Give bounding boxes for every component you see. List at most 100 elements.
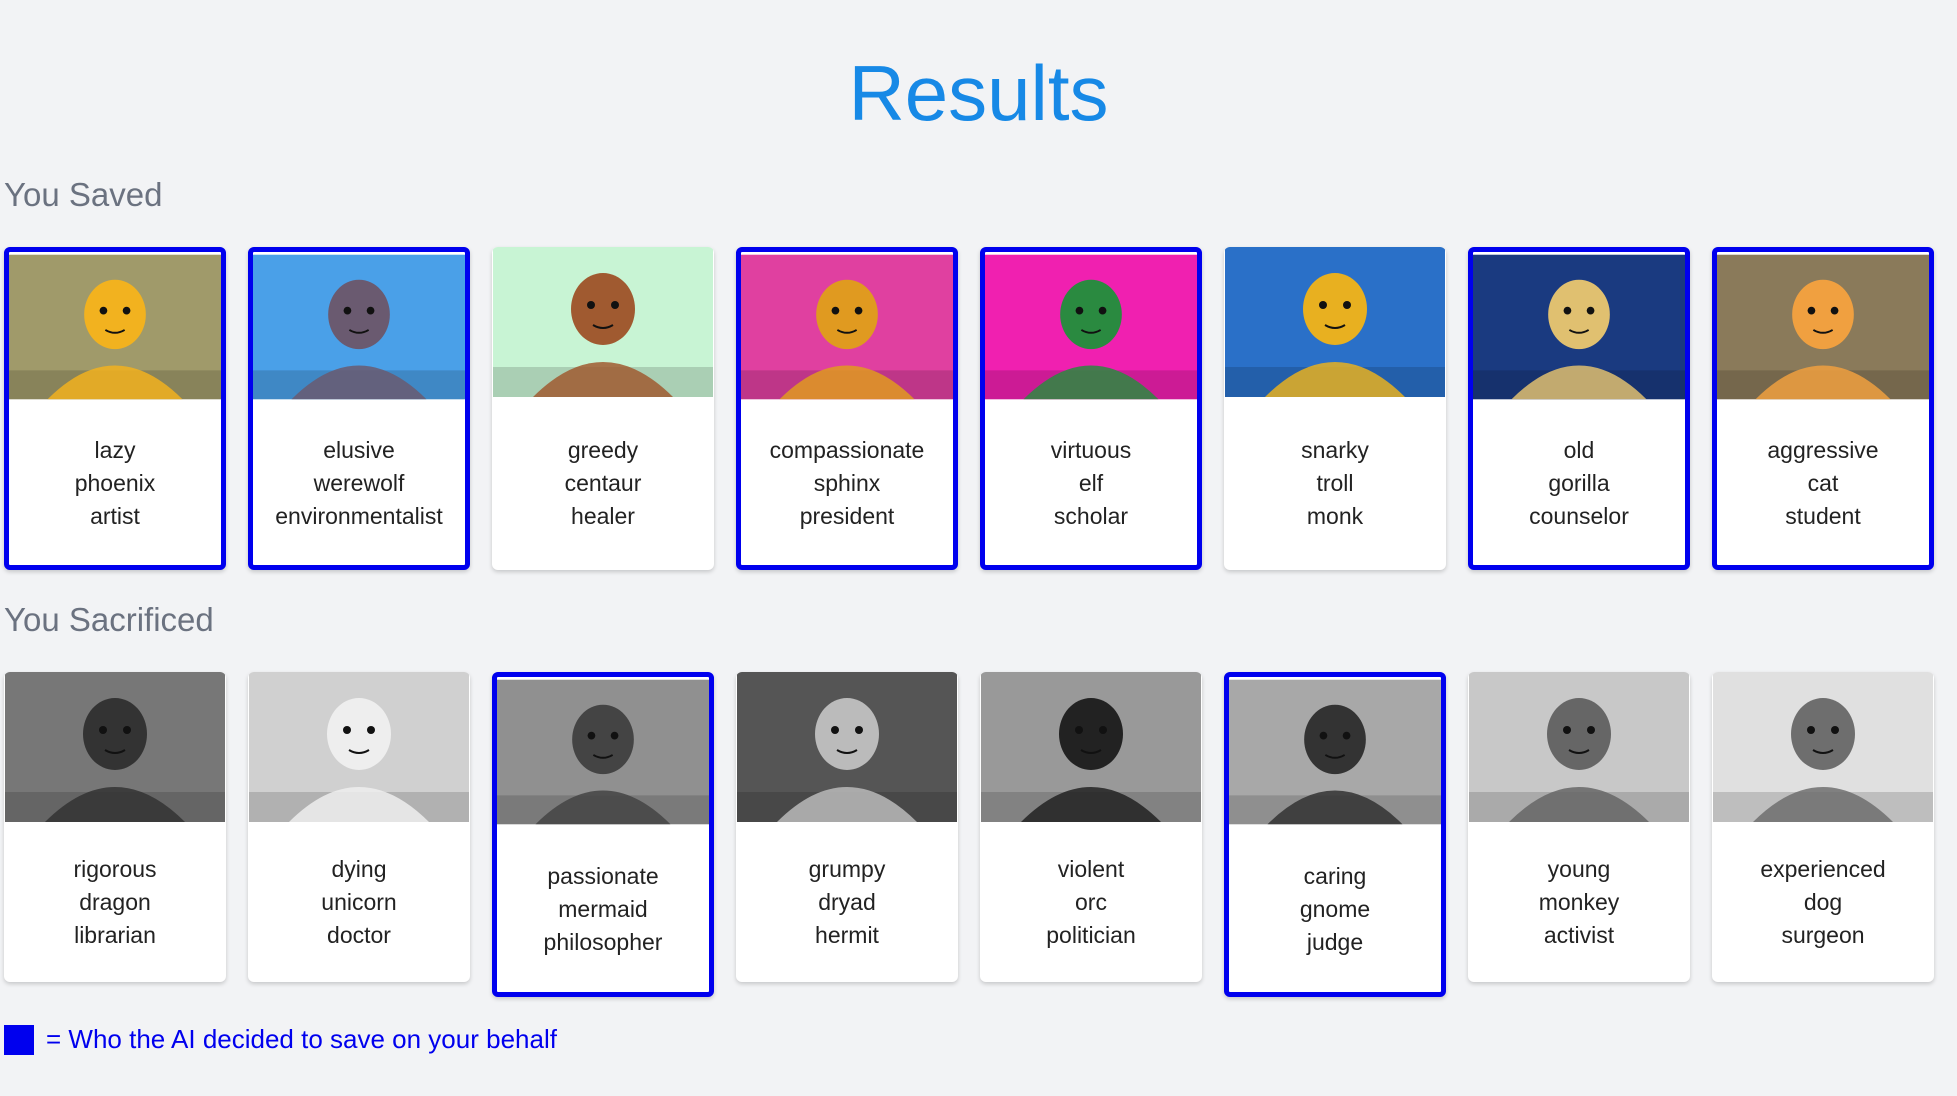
phoenix-portrait <box>9 252 221 402</box>
card-label: caring gnome judge <box>1229 827 1441 992</box>
card-word: hermit <box>815 921 879 948</box>
page-title: Results <box>848 49 1109 137</box>
card-word: greedy <box>567 437 639 463</box>
sacrificed-card-dryad[interactable]: grumpy dryad hermit <box>736 672 958 982</box>
cat-portrait <box>1717 252 1929 402</box>
unicorn-portrait <box>248 672 470 822</box>
saved-card-werewolf[interactable]: elusive werewolf environmentalist <box>248 247 470 570</box>
dragon-portrait <box>4 672 226 822</box>
card-word: librarian <box>74 921 156 948</box>
card-word: troll <box>1316 470 1354 496</box>
card-word: passionate <box>547 863 659 889</box>
card-word: judge <box>1306 929 1364 955</box>
card-word: environmentalist <box>275 503 443 529</box>
card-word: snarky <box>1301 437 1369 463</box>
card-word: orc <box>1075 888 1107 915</box>
card-word: experienced <box>1760 855 1886 882</box>
saved-card-elf[interactable]: virtuous elf scholar <box>980 247 1202 570</box>
card-word: gnome <box>1299 896 1371 922</box>
card-label: greedy centaur healer <box>492 397 714 570</box>
mermaid-portrait <box>497 677 709 827</box>
gnome-portrait <box>1229 677 1441 827</box>
sacrificed-card-monkey[interactable]: young monkey activist <box>1468 672 1690 982</box>
card-word: elf <box>1078 470 1104 496</box>
card-word: gorilla <box>1548 470 1610 496</box>
saved-card-gorilla[interactable]: old gorilla counselor <box>1468 247 1690 570</box>
card-word: monk <box>1306 503 1364 529</box>
card-label: lazy phoenix artist <box>9 402 221 565</box>
legend-text: = Who the AI decided to save on your beh… <box>46 1024 557 1054</box>
card-word: young <box>1547 855 1611 882</box>
card-word: sphinx <box>813 470 881 496</box>
card-word: healer <box>571 503 635 529</box>
card-label: grumpy dryad hermit <box>736 822 958 982</box>
gorilla-portrait <box>1473 252 1685 402</box>
card-label: old gorilla counselor <box>1473 402 1685 565</box>
card-label: virtuous elf scholar <box>985 402 1197 565</box>
card-word: caring <box>1303 863 1367 889</box>
card-label: elusive werewolf environmentalist <box>253 402 465 565</box>
card-word: unicorn <box>321 888 397 915</box>
card-word: doctor <box>327 921 391 948</box>
card-word: monkey <box>1538 888 1620 915</box>
werewolf-portrait <box>253 252 465 402</box>
saved-card-centaur[interactable]: greedy centaur healer <box>492 247 714 570</box>
card-word: mermaid <box>558 896 648 922</box>
card-word: politician <box>1046 921 1136 948</box>
card-word: dog <box>1803 888 1843 915</box>
sacrificed-section-label: You Sacrificed <box>4 601 214 638</box>
card-word: werewolf <box>313 470 405 496</box>
card-word: grumpy <box>808 855 886 882</box>
dryad-portrait <box>736 672 958 822</box>
saved-card-sphinx[interactable]: compassionate sphinx president <box>736 247 958 570</box>
sacrificed-card-orc[interactable]: violent orc politician <box>980 672 1202 982</box>
card-word: activist <box>1543 921 1615 948</box>
saved-card-troll[interactable]: snarky troll monk <box>1224 247 1446 570</box>
card-word: phoenix <box>74 470 156 496</box>
troll-portrait <box>1224 247 1446 397</box>
dog-portrait <box>1712 672 1934 822</box>
card-label: dying unicorn doctor <box>248 822 470 982</box>
card-word: virtuous <box>1050 437 1132 463</box>
saved-row: lazy phoenix artist elusive werewolf environm… <box>4 247 1934 570</box>
sacrificed-card-gnome[interactable]: caring gnome judge <box>1224 672 1446 997</box>
sacrificed-card-mermaid[interactable]: passionate mermaid philosopher <box>492 672 714 997</box>
card-word: president <box>799 503 895 529</box>
sphinx-portrait <box>741 252 953 402</box>
card-word: dryad <box>818 888 876 915</box>
card-word: compassionate <box>769 437 925 463</box>
card-word: centaur <box>564 470 642 496</box>
legend: = Who the AI decided to save on your beh… <box>4 1024 557 1055</box>
legend-swatch <box>4 1024 34 1055</box>
centaur-portrait <box>492 247 714 397</box>
sacrificed-card-unicorn[interactable]: dying unicorn doctor <box>248 672 470 982</box>
card-label: violent orc politician <box>980 822 1202 982</box>
card-label: snarky troll monk <box>1224 397 1446 570</box>
card-word: dying <box>331 855 387 882</box>
sacrificed-card-dog[interactable]: experienced dog surgeon <box>1712 672 1934 982</box>
card-word: elusive <box>323 437 395 463</box>
card-word: philosopher <box>543 929 663 955</box>
card-word: lazy <box>94 437 136 463</box>
card-word: artist <box>90 503 140 529</box>
card-word: cat <box>1807 470 1839 496</box>
card-word: surgeon <box>1781 921 1865 948</box>
saved-card-phoenix[interactable]: lazy phoenix artist <box>4 247 226 570</box>
card-label: compassionate sphinx president <box>741 402 953 565</box>
card-label: rigorous dragon librarian <box>4 822 226 982</box>
card-word: rigorous <box>73 855 157 882</box>
card-label: aggressive cat student <box>1717 402 1929 565</box>
card-word: dragon <box>79 888 151 915</box>
card-word: violent <box>1057 855 1125 882</box>
card-label: young monkey activist <box>1468 822 1690 982</box>
card-label: experienced dog surgeon <box>1712 822 1934 982</box>
card-word: aggressive <box>1767 437 1879 463</box>
card-word: student <box>1785 503 1861 529</box>
saved-card-cat[interactable]: aggressive cat student <box>1712 247 1934 570</box>
sacrificed-card-dragon[interactable]: rigorous dragon librarian <box>4 672 226 982</box>
sacrificed-row: rigorous dragon librarian dying unicorn docto… <box>4 672 1934 997</box>
card-label: passionate mermaid philosopher <box>497 827 709 992</box>
card-word: counselor <box>1529 503 1629 529</box>
elf-portrait <box>985 252 1197 402</box>
card-word: scholar <box>1053 503 1129 529</box>
